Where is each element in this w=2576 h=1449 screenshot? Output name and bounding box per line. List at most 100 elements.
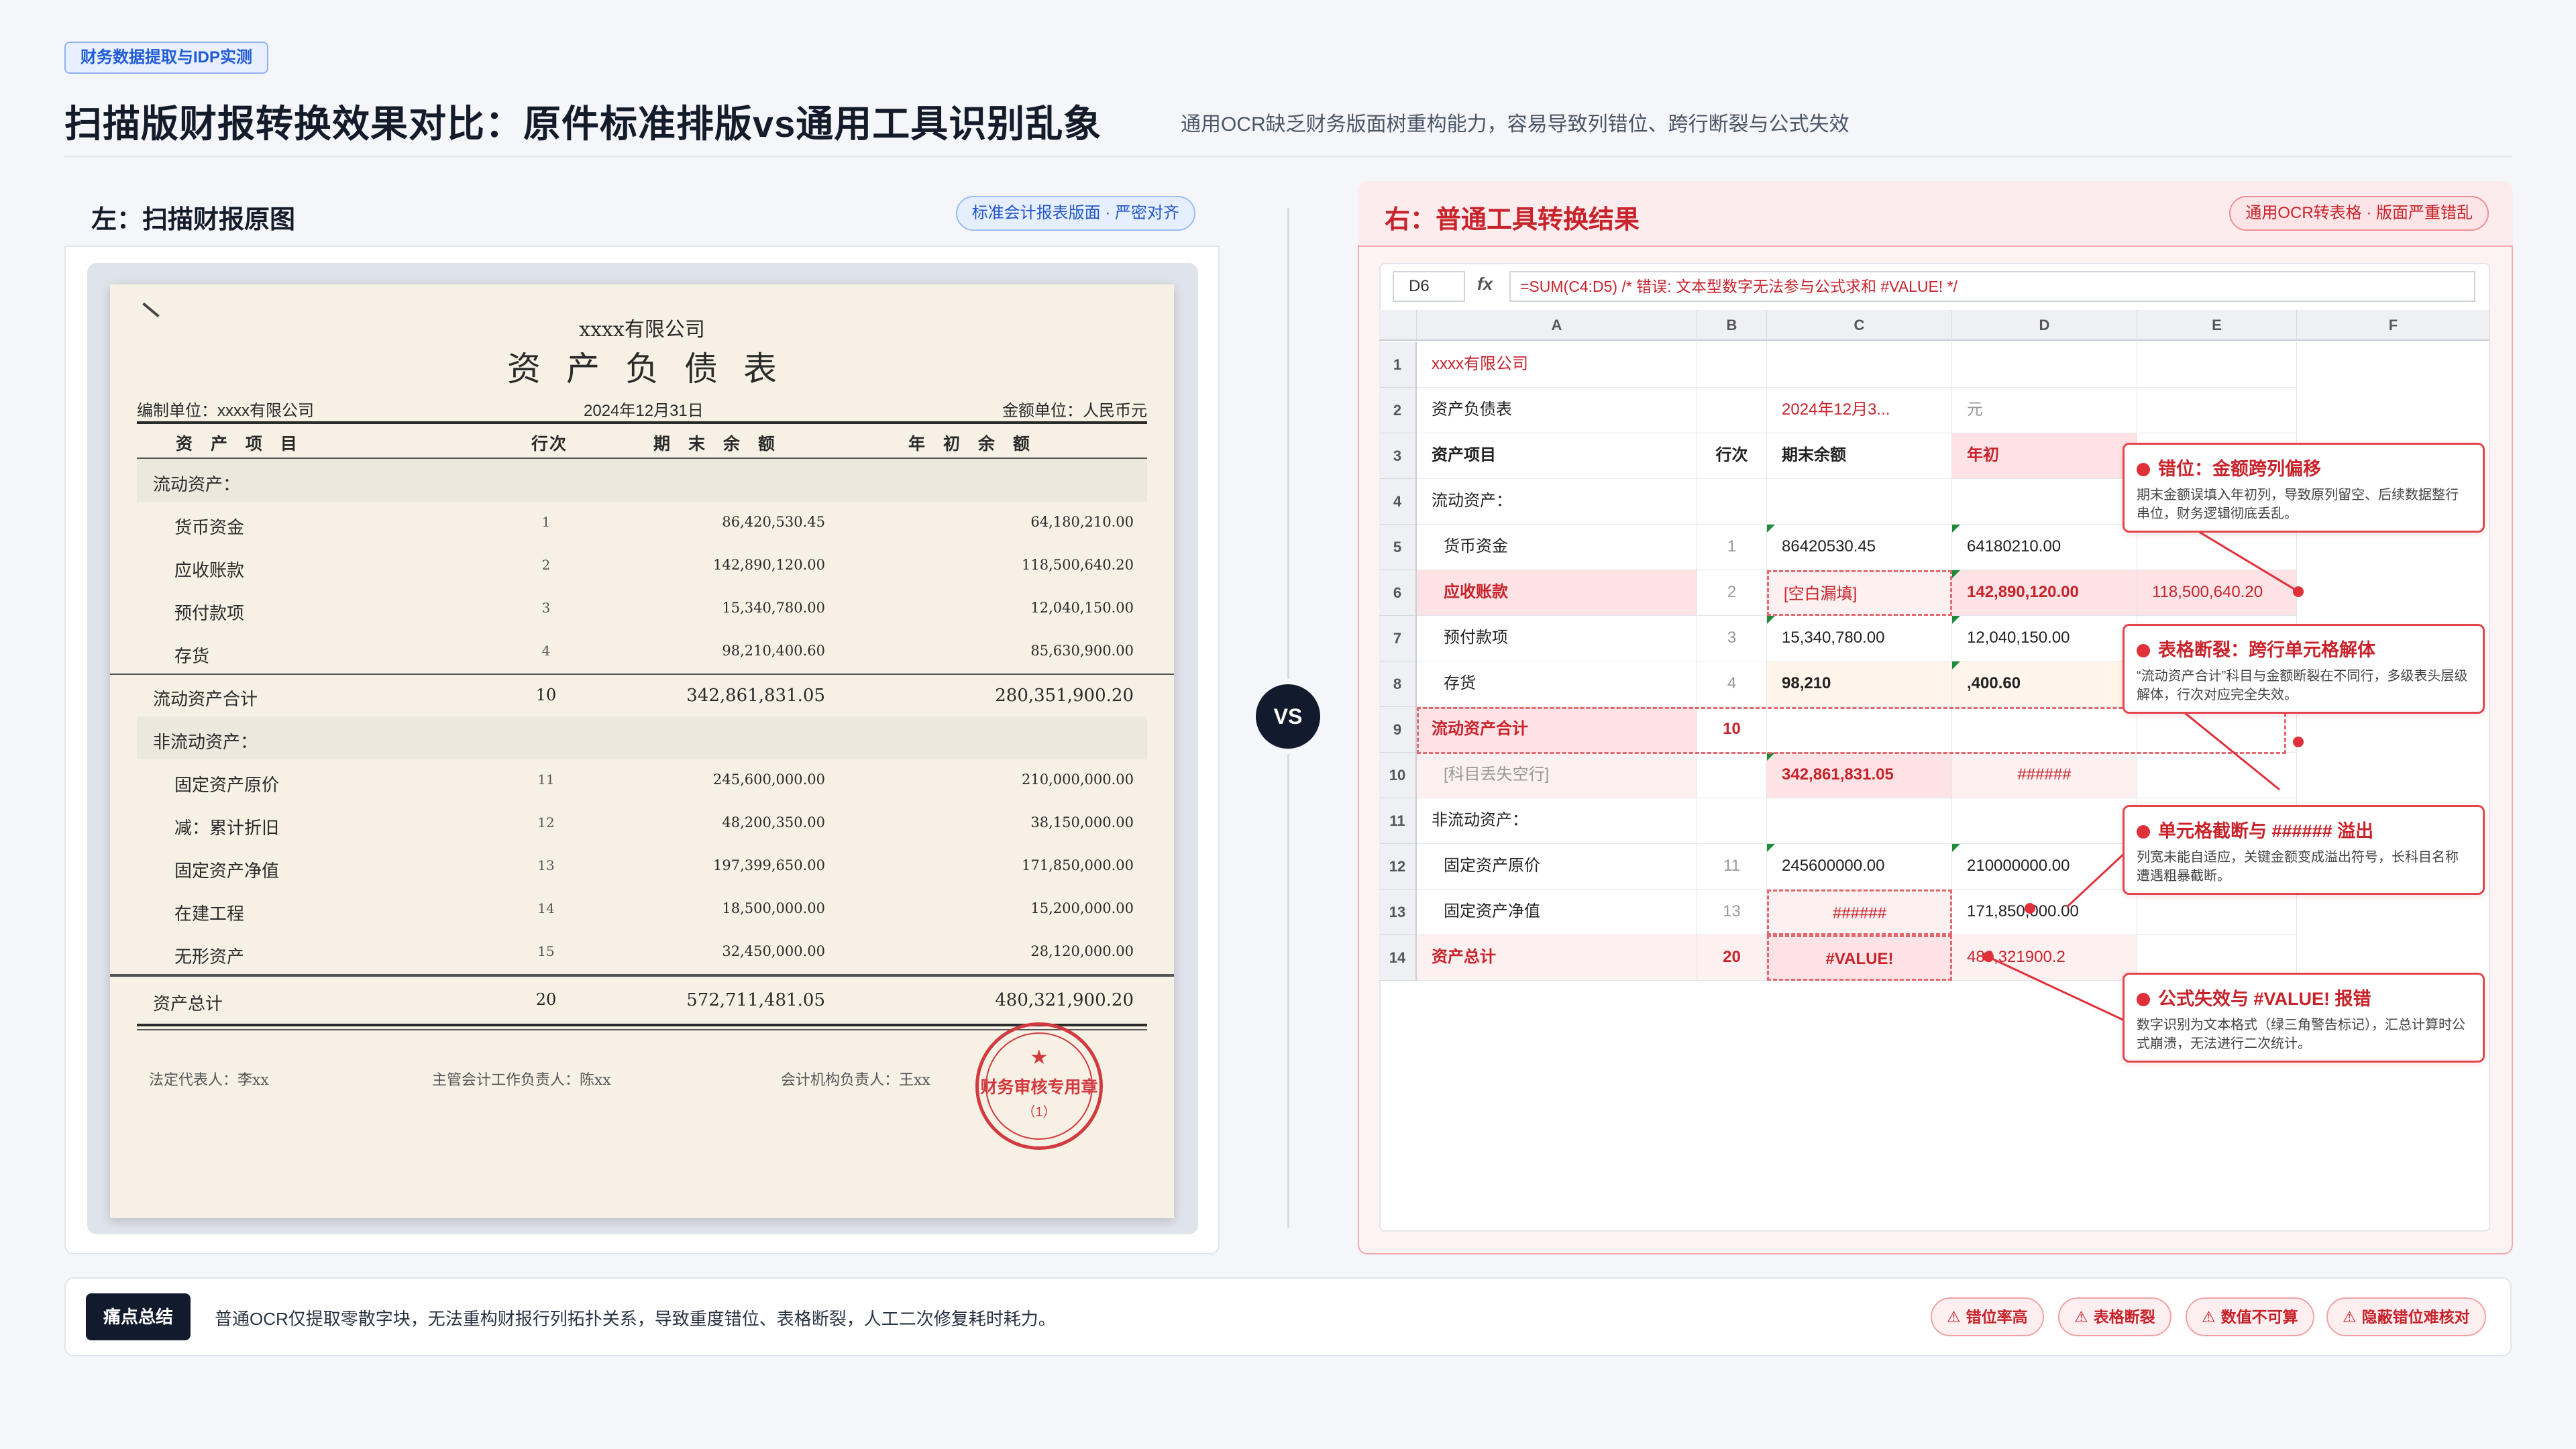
sheet-cell[interactable]: #VALUE!: [1767, 935, 1952, 981]
sheet-cell[interactable]: 行次: [1697, 433, 1767, 479]
doc-row-item: 无形资产: [174, 947, 245, 967]
left-panel-title: 左：扫描财报原图: [91, 206, 296, 234]
doc-currency: 金额单位：人民币元: [1002, 402, 1147, 420]
sheet-cell[interactable]: ,400.60: [1952, 661, 2137, 707]
doc-row: 无形资产 15 32,450,000.00 28,120,000.00: [137, 931, 1147, 974]
sheet-cell[interactable]: 64180210.00: [1952, 525, 2137, 570]
row-header[interactable]: 10: [1379, 753, 1417, 798]
row-header[interactable]: 4: [1379, 479, 1417, 525]
doc-row-item: 非流动资产：: [153, 732, 258, 752]
sheet-cell[interactable]: [1697, 479, 1767, 525]
doc-row-no: 14: [537, 900, 555, 916]
sheet-cell[interactable]: [空白漏填]: [1767, 570, 1952, 616]
column-header[interactable]: B: [1697, 310, 1767, 341]
sheet-cell[interactable]: 11: [1697, 844, 1767, 890]
sheet-cell[interactable]: [1767, 798, 1952, 844]
row-header[interactable]: 8: [1379, 661, 1417, 707]
sheet-cell[interactable]: 142,890,120.00: [1952, 570, 2137, 616]
corner-cell[interactable]: [1379, 310, 1417, 341]
row-header[interactable]: 6: [1379, 570, 1417, 616]
sheet-cell[interactable]: 480,321900.2: [1952, 935, 2137, 981]
doc-row: 固定资产净值 13 197,399,650.00 171,850,000.00: [137, 845, 1147, 888]
sheet-cell[interactable]: 货币资金: [1417, 525, 1697, 570]
row-header[interactable]: 5: [1379, 525, 1417, 570]
sheet-cell[interactable]: 245600000.00: [1767, 844, 1952, 890]
sheet-cell[interactable]: [1767, 479, 1952, 525]
row-header[interactable]: 12: [1379, 844, 1417, 890]
sheet-cell[interactable]: [1767, 342, 1952, 388]
sheet-cell[interactable]: [2137, 753, 2297, 798]
column-header[interactable]: F: [2297, 310, 2490, 341]
sheet-cell[interactable]: [科目丢失空行]: [1417, 753, 1697, 798]
doc-row-begin: 85,630,900.00: [1030, 643, 1134, 659]
formula-input[interactable]: =SUM(C4:D5) /* 错误: 文本型数字无法参与公式求和 #VALUE!…: [1509, 271, 2475, 302]
sheet-cell[interactable]: 2024年12月3...: [1767, 388, 1952, 433]
sheet-cell[interactable]: [2137, 890, 2297, 935]
row-header[interactable]: 2: [1379, 388, 1417, 433]
sheet-cell[interactable]: ######: [1767, 890, 1952, 935]
sheet-cell[interactable]: 资产项目: [1417, 433, 1697, 479]
doc-row: 非流动资产：: [137, 716, 1147, 759]
sheet-cell[interactable]: 固定资产净值: [1417, 890, 1697, 935]
sheet-cell[interactable]: 4: [1697, 661, 1767, 707]
sheet-cell[interactable]: 元: [1952, 388, 2137, 433]
sheet-cell[interactable]: 资产负债表: [1417, 388, 1697, 433]
sheet-cell[interactable]: 342,861,831.05: [1767, 753, 1952, 798]
cell-name-box[interactable]: D6: [1393, 271, 1465, 302]
sheet-cell[interactable]: 12,040,150.00: [1952, 616, 2137, 661]
doc-row-end: 15,340,780.00: [722, 600, 825, 616]
sheet-cell[interactable]: [1697, 388, 1767, 433]
sheet-cell[interactable]: 171,850,000.00: [1952, 890, 2137, 935]
sheet-cell[interactable]: [1952, 479, 2137, 525]
doc-row-begin: 12,040,150.00: [1030, 600, 1134, 616]
sheet-cell[interactable]: [1952, 342, 2137, 388]
sheet-cell[interactable]: [2137, 342, 2297, 388]
sheet-cell[interactable]: 20: [1697, 935, 1767, 981]
row-header[interactable]: 9: [1379, 707, 1417, 753]
section-tag: 财务数据提取与IDP实测: [64, 42, 269, 74]
sheet-cell[interactable]: ######: [1952, 753, 2137, 798]
sheet-cell[interactable]: 年初: [1952, 433, 2137, 479]
doc-row-no: 12: [537, 814, 555, 830]
sheet-cell[interactable]: 资产总计: [1417, 935, 1697, 981]
column-header[interactable]: C: [1767, 310, 1952, 341]
doc-row-begin: 118,500,640.20: [1022, 557, 1134, 573]
row-header[interactable]: 11: [1379, 798, 1417, 844]
column-header[interactable]: A: [1417, 310, 1697, 341]
sheet-cell[interactable]: 1: [1697, 525, 1767, 570]
sheet-cell[interactable]: xxxx有限公司: [1417, 342, 1697, 388]
sheet-cell[interactable]: 期末余额: [1767, 433, 1952, 479]
row-header[interactable]: 13: [1379, 890, 1417, 935]
sheet-cell[interactable]: 13: [1697, 890, 1767, 935]
row-header[interactable]: 3: [1379, 433, 1417, 479]
column-header[interactable]: E: [2137, 310, 2297, 341]
column-header[interactable]: D: [1952, 310, 2137, 341]
row-header[interactable]: 14: [1379, 935, 1417, 981]
sheet-cell[interactable]: 预付款项: [1417, 616, 1697, 661]
sheet-cell[interactable]: 应收账款: [1417, 570, 1697, 616]
sheet-cell[interactable]: [1952, 798, 2137, 844]
doc-row-end: 572,711,481.05: [686, 990, 825, 1010]
sheet-cell[interactable]: 流动资产：: [1417, 479, 1697, 525]
sheet-cell[interactable]: 固定资产原价: [1417, 844, 1697, 890]
sheet-cell[interactable]: 2: [1697, 570, 1767, 616]
sheet-cell[interactable]: 15,340,780.00: [1767, 616, 1952, 661]
sheet-cell[interactable]: 86420530.45: [1767, 525, 1952, 570]
row-header[interactable]: 1: [1379, 342, 1417, 388]
sheet-cell[interactable]: [2137, 388, 2297, 433]
pain-tag-label: 表格断裂: [2093, 1308, 2155, 1326]
vs-badge: VS: [1256, 684, 1320, 749]
doc-row-item: 在建工程: [174, 904, 245, 924]
sheet-cell[interactable]: 3: [1697, 616, 1767, 661]
doc-row-no: 13: [537, 857, 555, 873]
sheet-cell[interactable]: [1697, 753, 1767, 798]
row-header[interactable]: 7: [1379, 616, 1417, 661]
sheet-cell[interactable]: 存货: [1417, 661, 1697, 707]
doc-row: 货币资金 1 86,420,530.45 64,180,210.00: [137, 502, 1147, 545]
scanned-balance-sheet: xxxx有限公司 资产负债表 编制单位：xxxx有限公司 2024年12月31日…: [110, 284, 1174, 1218]
sheet-cell[interactable]: 非流动资产：: [1417, 798, 1697, 844]
doc-row: 减：累计折旧 12 48,200,350.00 38,150,000.00: [137, 802, 1147, 845]
sheet-cell[interactable]: 98,210: [1767, 661, 1952, 707]
sheet-cell[interactable]: [1697, 342, 1767, 388]
sheet-cell[interactable]: [1697, 798, 1767, 844]
